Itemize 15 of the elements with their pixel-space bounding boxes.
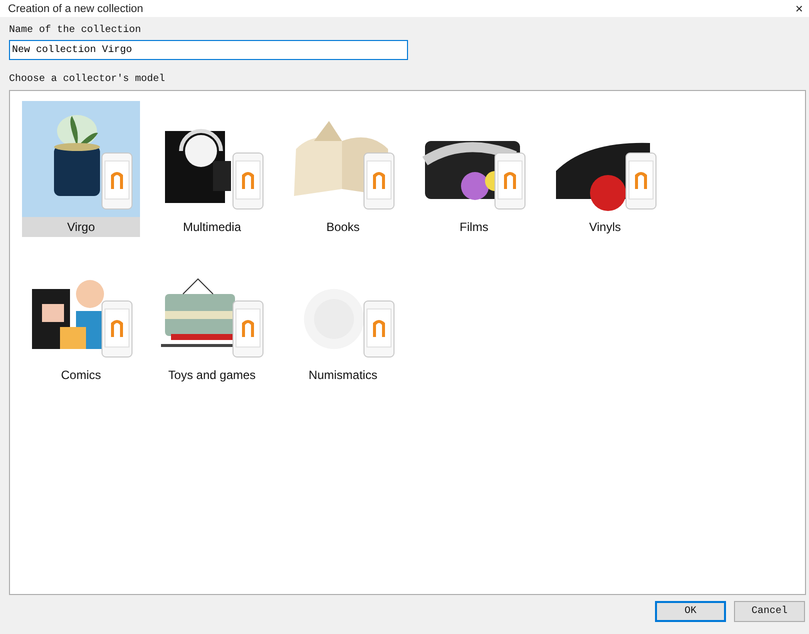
model-label[interactable]: Multimedia — [153, 217, 271, 237]
name-field[interactable]: New collection Virgo — [9, 40, 408, 60]
model-label[interactable]: Toys and games — [153, 365, 271, 385]
model-label[interactable]: Virgo — [22, 217, 140, 237]
model-label[interactable]: Vinyls — [546, 217, 664, 237]
field-label: Name of the collection — [9, 25, 142, 36]
model-label[interactable]: Films — [415, 217, 533, 237]
close-button[interactable]: × — [795, 2, 803, 16]
cancel-button[interactable]: Cancel — [734, 601, 805, 622]
model-label[interactable]: Numismatics — [284, 365, 402, 385]
model-label[interactable]: Books — [284, 217, 402, 237]
model-label[interactable]: Comics — [22, 365, 140, 385]
section-label: Choose a collector's model — [9, 74, 166, 85]
ok-button[interactable]: OK — [655, 601, 726, 622]
window-title: Creation of a new collection — [8, 2, 144, 16]
